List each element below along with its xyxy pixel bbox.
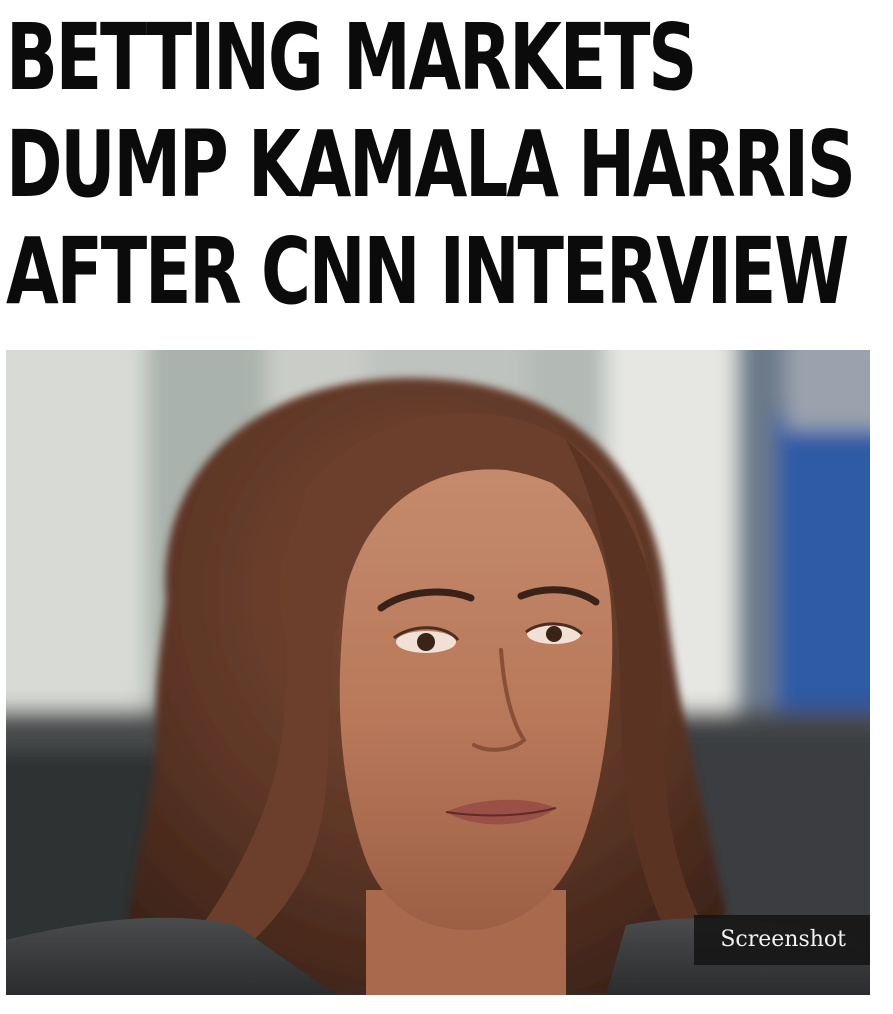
- headline-line-2: DUMP KAMALA HARRIS: [6, 111, 856, 218]
- headline-line-3: AFTER CNN INTERVIEW: [6, 218, 849, 325]
- photo-illustration: [6, 350, 870, 995]
- screenshot-caption: Screenshot: [694, 915, 870, 965]
- headline-line-1: BETTING MARKETS: [6, 4, 697, 111]
- headline: BETTING MARKETS DUMP KAMALA HARRIS AFTER…: [6, 4, 856, 325]
- article-photo: Screenshot: [6, 350, 870, 995]
